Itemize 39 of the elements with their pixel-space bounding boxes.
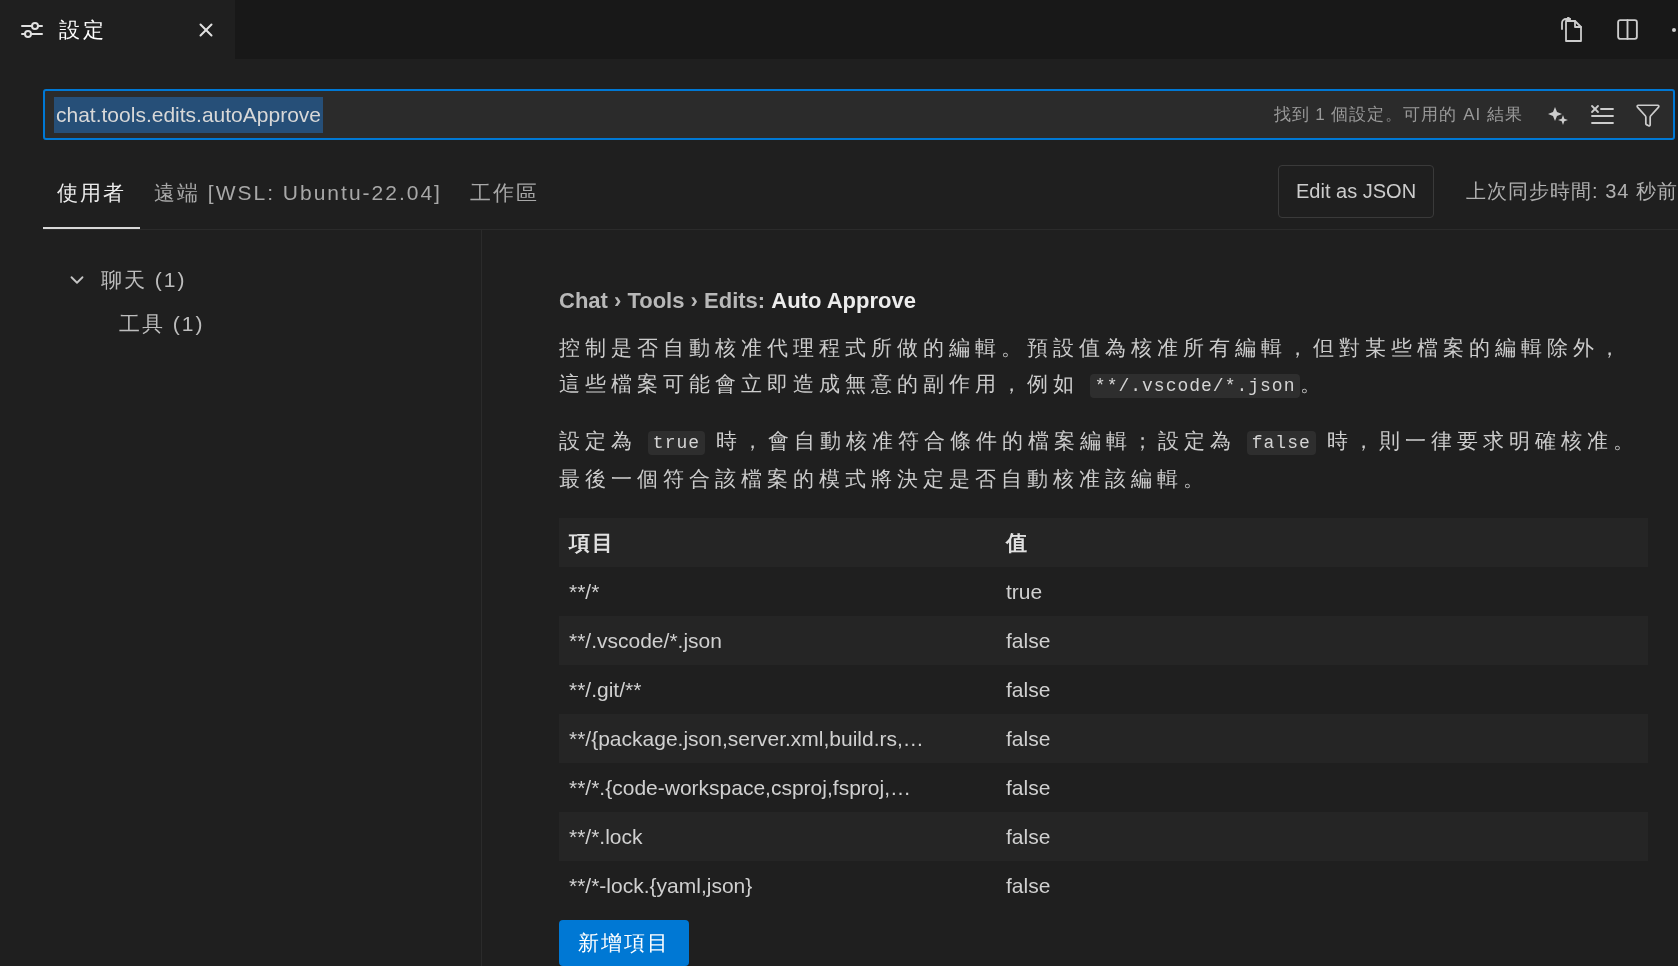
- table-cell-text: **/{package.json,server.xml,build.rs,…: [569, 725, 924, 752]
- table-cell-text: **/*-lock.{yaml,json}: [569, 872, 753, 899]
- edit-json-button[interactable]: Edit as JSON: [1278, 164, 1435, 218]
- table-row[interactable]: **/*.lock false: [559, 812, 1648, 861]
- result-count-text: 找到 1 個設定。可用的 AI 結果: [1273, 103, 1523, 126]
- editor-tab[interactable]: 設定: [0, 0, 235, 59]
- sync-status-text: 上次同步時間: 34 秒前: [1466, 179, 1678, 204]
- file-arrow-icon[interactable]: [1560, 16, 1584, 43]
- setting-description: 設定為 true 時，會自動核准符合條件的檔案編輯；設定為 false 時，則一律要求明確核准。最後一個符合該檔案的模式將決定是否自動核准該編輯。: [559, 428, 1640, 492]
- toc-item[interactable]: 工具 (1): [0, 302, 481, 346]
- scope-tab[interactable]: 使用者: [43, 153, 140, 229]
- add-item-button[interactable]: 新增項目: [559, 920, 689, 966]
- table-cell-text: **/*.lock: [569, 823, 643, 850]
- table-cell-text: true: [1006, 578, 1043, 605]
- table-cell-text: false: [1006, 823, 1051, 850]
- column-header: 值: [1006, 529, 1029, 556]
- clear-list-icon[interactable]: [1590, 103, 1614, 126]
- table-row[interactable]: **/.vscode/*.json false: [559, 616, 1648, 665]
- table-cell-text: false: [1006, 774, 1051, 801]
- table-cell-text: false: [1006, 872, 1051, 899]
- filter-icon[interactable]: [1635, 101, 1661, 128]
- search-query: chat.tools.edits.autoApprove: [54, 96, 323, 133]
- table-cell-text: **/.git/**: [569, 676, 642, 703]
- table-cell-text: **/*.{code-workspace,csproj,fsproj,…: [569, 774, 911, 801]
- table-cell-text: false: [1006, 725, 1051, 752]
- split-editor-icon[interactable]: [1615, 17, 1640, 42]
- search-field[interactable]: chat.tools.edits.autoApprove 找到 1 個設定。可用的 AI 結果: [43, 89, 1675, 140]
- table-cell-text: **/.vscode/*.json: [569, 627, 722, 654]
- scope-tab[interactable]: 遠端 [WSL: Ubuntu-22.04]: [140, 153, 456, 229]
- column-header: 項目: [569, 529, 615, 556]
- table-cell-text: **/*: [569, 578, 600, 605]
- table-row[interactable]: **/{package.json,server.xml,build.rs,… false: [559, 714, 1648, 763]
- setting-title: Chat › Tools › Edits: Auto Approve: [559, 287, 917, 315]
- table-cell-text: false: [1006, 676, 1051, 703]
- settings-icon: [21, 20, 43, 39]
- scope-tab[interactable]: 工作區: [455, 153, 553, 229]
- table-cell-text: false: [1006, 627, 1051, 654]
- setting-description: 控制是否自動核准代理程式所做的編輯。預設值為核准所有編輯，但對某些檔案的編輯除外，這些檔案可能會立即造成無意的副作用，例如 **/.vscode/*.json 。: [559, 335, 1626, 400]
- toc-item[interactable]: 聊天 (1): [0, 258, 481, 302]
